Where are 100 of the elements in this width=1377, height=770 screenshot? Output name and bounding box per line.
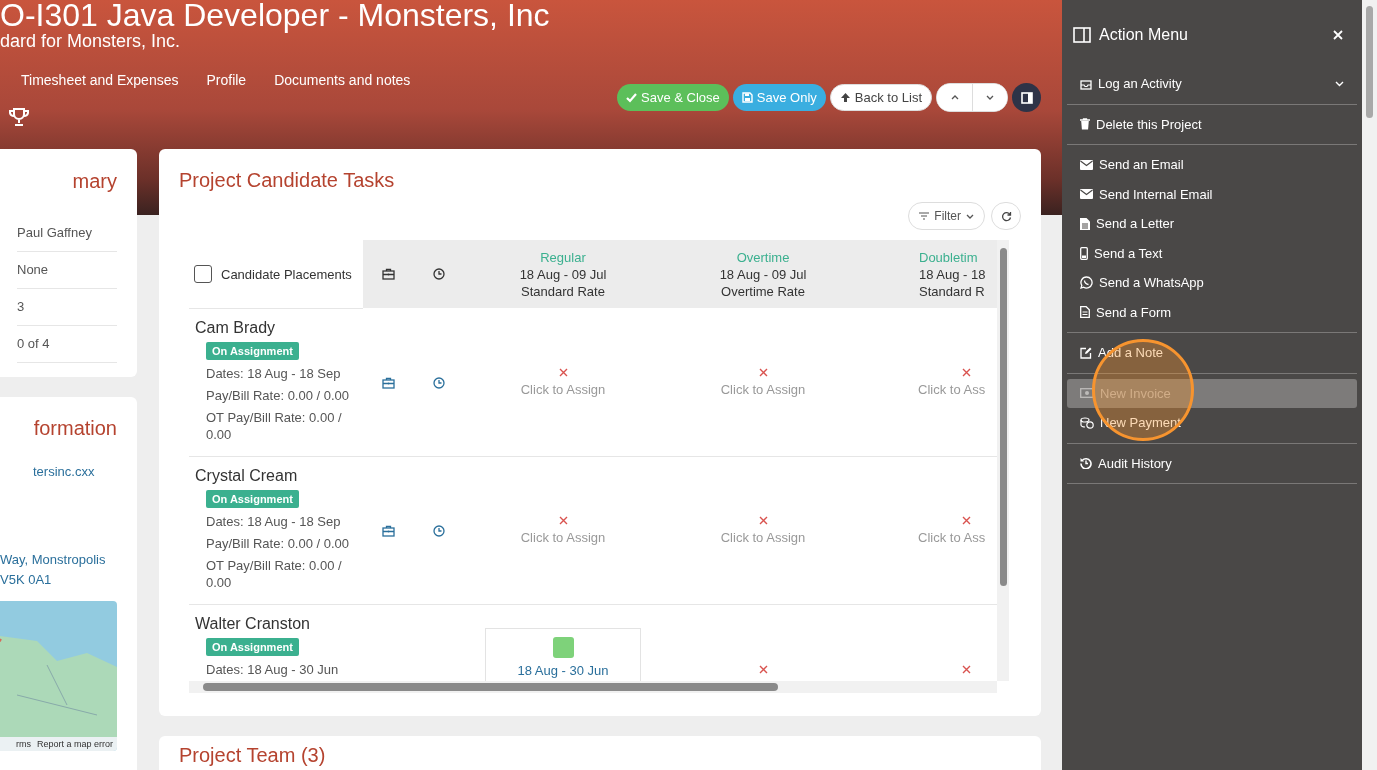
side-panel-button[interactable] <box>1012 83 1041 112</box>
x-mark-icon[interactable] <box>962 516 971 525</box>
back-to-list-button[interactable]: Back to List <box>829 84 932 111</box>
envelope-icon <box>1080 159 1093 170</box>
action-menu-item[interactable]: Log an Activity <box>1067 69 1357 99</box>
placement-detail: OT Pay/Bill Rate: 0.00 / 0.00 <box>206 557 343 591</box>
check-icon <box>626 92 638 103</box>
briefcase-icon[interactable] <box>382 524 395 537</box>
chat-bubble-icon <box>1080 276 1093 290</box>
vertical-scrollbar[interactable] <box>997 240 1009 681</box>
placement-detail: Pay/Bill Rate: 0.00 / 0.00 <box>206 387 351 404</box>
field-value: 3 <box>17 289 117 326</box>
action-menu-item[interactable]: Send a Form <box>1067 297 1357 327</box>
side-panel-icon <box>1073 27 1091 43</box>
x-mark-icon[interactable] <box>758 368 768 377</box>
next-button[interactable] <box>972 84 1007 111</box>
filter-icon <box>919 212 930 220</box>
website-link[interactable]: tersinc.cxx <box>33 464 95 479</box>
map-footer-link[interactable]: Report a map error <box>36 739 113 749</box>
placement-detail: Dates: 18 Aug - 18 Sep <box>206 513 342 530</box>
placement-detail: Dates: 18 Aug - 18 Sep <box>206 365 342 382</box>
action-menu-item[interactable]: Audit History <box>1067 448 1357 478</box>
x-mark-icon[interactable] <box>758 665 768 674</box>
clock-icon[interactable] <box>432 268 445 280</box>
select-all-checkbox[interactable] <box>194 265 212 283</box>
coins-icon <box>1080 416 1094 429</box>
rate-period: 18 Aug - 09 Jul <box>519 265 607 283</box>
x-mark-icon[interactable] <box>558 368 568 377</box>
candidate-name[interactable]: Crystal Cream <box>195 466 298 486</box>
action-menu-item[interactable]: Send a Text <box>1067 238 1357 268</box>
clock-icon[interactable] <box>432 524 445 537</box>
placement-detail: Pay/Bill Rate: 0.00 / 0.00 <box>206 535 351 552</box>
briefcase-icon[interactable] <box>382 268 395 280</box>
rate-name: Standard Rate <box>521 282 605 300</box>
field-value: None <box>17 252 117 289</box>
status-badge: On Assignment <box>206 490 299 508</box>
action-menu-item[interactable]: Send an Email <box>1067 150 1357 180</box>
briefcase-icon[interactable] <box>382 376 395 389</box>
card-title: mary <box>71 170 117 193</box>
document-icon <box>1080 217 1090 230</box>
nav-tab[interactable]: Timesheet and Expenses <box>7 66 193 94</box>
mobile-phone-icon <box>1080 246 1088 260</box>
rate-period: 18 Aug - 18 <box>919 265 986 283</box>
card-title: Project Candidate Tasks <box>179 169 396 192</box>
card-title: Project Team (3) <box>179 744 327 767</box>
status-badge: On Assignment <box>206 342 299 360</box>
envelope-icon <box>1080 189 1093 200</box>
x-mark-icon[interactable] <box>962 368 971 377</box>
clock-icon[interactable] <box>432 376 445 389</box>
chevron-down-icon <box>986 95 994 100</box>
edit-icon <box>1080 346 1092 359</box>
click-to-assign-link[interactable]: Click to Ass <box>918 530 986 545</box>
refresh-button[interactable] <box>991 202 1021 230</box>
x-mark-icon[interactable] <box>758 516 768 525</box>
refresh-icon <box>1000 210 1012 222</box>
assignment-dates[interactable]: 18 Aug - 30 Jun <box>517 663 609 678</box>
chevron-down-icon <box>1335 80 1344 87</box>
panel-title: Action Menu <box>1099 26 1188 44</box>
page-subtitle: dard for Monsters, Inc. <box>0 30 182 52</box>
action-menu-item[interactable]: Send a WhatsApp <box>1067 268 1357 298</box>
placement-detail: Dates: 18 Aug - 30 Jun <box>206 661 340 678</box>
trophy-icon[interactable] <box>8 107 30 127</box>
rate-name: Standard R <box>919 282 985 300</box>
trash-icon <box>1080 118 1090 131</box>
inbox-icon <box>1080 77 1092 90</box>
rate-type-label: Regular <box>540 248 586 266</box>
filter-button[interactable]: Filter <box>908 202 985 230</box>
nav-tab[interactable]: Profile <box>192 66 261 94</box>
status-square-icon <box>552 637 574 658</box>
rate-type-label: Doubletim <box>919 248 978 266</box>
address-line[interactable]: Way, Monstropolis <box>0 550 106 570</box>
close-icon[interactable] <box>1333 30 1343 40</box>
banknote-icon <box>1080 388 1094 399</box>
placement-detail: OT Pay/Bill Rate: 0.00 / 0.00 <box>206 409 343 443</box>
x-mark-icon[interactable] <box>558 516 568 525</box>
map-footer-link[interactable]: rms <box>15 739 31 749</box>
nav-tab[interactable]: Documents and notes <box>260 66 425 94</box>
rate-period: 18 Aug - 09 Jul <box>719 265 807 283</box>
map-view[interactable]: rms Report a map error <box>0 601 117 751</box>
click-to-assign-link[interactable]: Click to Ass <box>918 382 986 397</box>
rate-type-label: Overtime <box>736 248 790 266</box>
action-menu-item[interactable]: Send Internal Email <box>1067 179 1357 209</box>
chevron-up-icon <box>950 95 959 100</box>
column-header: Candidate Placements <box>221 265 352 283</box>
address-line[interactable]: V5K 0A1 <box>0 570 52 590</box>
arrow-up-icon <box>839 92 851 103</box>
candidate-name[interactable]: Cam Brady <box>195 318 276 338</box>
horizontal-scrollbar[interactable] <box>189 681 997 693</box>
card-title: formation <box>32 417 117 440</box>
field-value: Paul Gaffney <box>17 215 117 252</box>
candidate-name[interactable]: Walter Cranston <box>195 614 310 634</box>
x-mark-icon[interactable] <box>962 665 971 674</box>
field-value: 0 of 4 <box>17 326 117 363</box>
action-menu-item[interactable]: Delete this Project <box>1067 109 1357 139</box>
action-menu-item[interactable]: Send a Letter <box>1067 209 1357 239</box>
chevron-down-icon <box>966 213 974 219</box>
status-badge: On Assignment <box>206 638 299 656</box>
history-icon <box>1080 457 1092 470</box>
scrollbar-thumb[interactable] <box>1366 6 1373 118</box>
side-panel-icon <box>1020 91 1033 104</box>
